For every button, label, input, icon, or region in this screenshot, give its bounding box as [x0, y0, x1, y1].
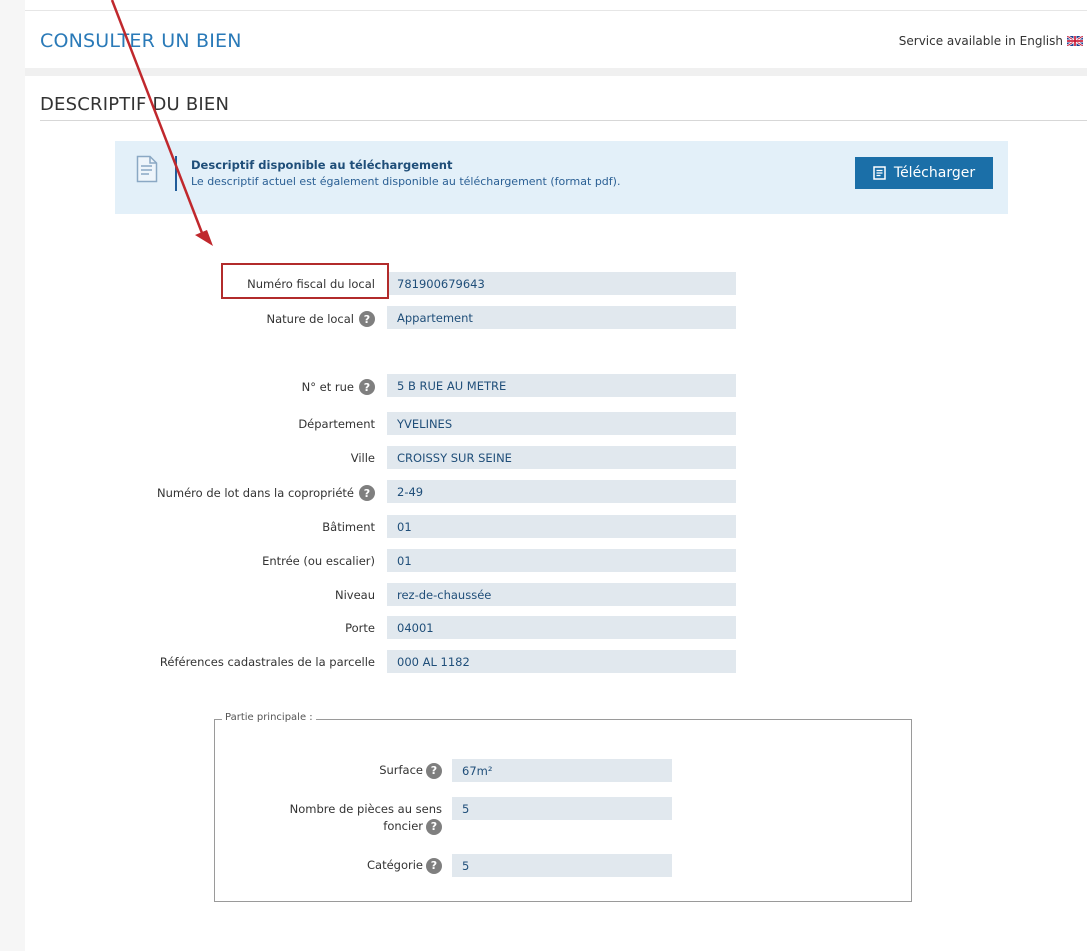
help-icon[interactable]: ? — [359, 379, 375, 395]
field-value: Appartement — [387, 306, 736, 329]
field-label: Entrée (ou escalier) — [262, 554, 375, 568]
download-button-label: Télécharger — [893, 165, 976, 181]
download-title: Descriptif disponible au téléchargement — [191, 158, 453, 172]
field-label: Bâtiment — [322, 520, 375, 534]
download-document-icon — [873, 166, 886, 180]
section-title: DESCRIPTIF DU BIEN — [40, 94, 230, 115]
field-value: 000 AL 1182 — [387, 650, 736, 673]
field-value: 781900679643 — [387, 272, 736, 295]
field-label: Numéro fiscal du local — [247, 277, 375, 291]
field-departement: Département YVELINES — [0, 412, 1087, 436]
field-label: Ville — [350, 451, 375, 465]
field-numero-fiscal: Numéro fiscal du local 781900679643 — [0, 272, 1087, 296]
pieces-value: 5 — [452, 797, 672, 820]
field-value: 01 — [387, 549, 736, 572]
help-icon[interactable]: ? — [426, 762, 442, 779]
uk-flag-icon — [1067, 36, 1083, 46]
field-value: 2-49 — [387, 480, 736, 503]
field-value: rez-de-chaussée — [387, 583, 736, 606]
top-strip — [25, 0, 1087, 10]
field-label: Numéro de lot dans la copropriété? — [157, 485, 375, 501]
surface-value: 67m² — [452, 759, 672, 782]
page-title: CONSULTER UN BIEN — [40, 30, 242, 52]
field-ville: Ville CROISSY SUR SEINE — [0, 446, 1087, 470]
field-niveau: Niveau rez-de-chaussée — [0, 583, 1087, 607]
field-label: Niveau — [334, 588, 375, 602]
section-divider — [40, 120, 1087, 121]
field-value: YVELINES — [387, 412, 736, 435]
download-button[interactable]: Télécharger — [855, 157, 993, 189]
help-icon[interactable]: ? — [426, 857, 442, 874]
field-numero-lot: Numéro de lot dans la copropriété? 2-49 — [0, 480, 1087, 504]
help-icon[interactable]: ? — [359, 311, 375, 327]
field-numero-rue: N° et rue? 5 B RUE AU METRE — [0, 374, 1087, 398]
field-batiment: Bâtiment 01 — [0, 515, 1087, 539]
field-value: 04001 — [387, 616, 736, 639]
pieces-label: Nombre de pièces au sens foncier? — [289, 802, 442, 835]
english-service-link[interactable]: Service available in English — [899, 34, 1083, 48]
document-icon — [136, 155, 158, 183]
field-nature-local: Nature de local? Appartement — [0, 306, 1087, 330]
surface-label: Surface? — [379, 762, 442, 779]
header-separator — [25, 68, 1087, 76]
field-value: 5 B RUE AU METRE — [387, 374, 736, 397]
left-margin-strip — [0, 0, 25, 951]
info-divider — [175, 156, 177, 191]
field-entree: Entrée (ou escalier) 01 — [0, 549, 1087, 573]
field-label: N° et rue? — [302, 379, 375, 395]
field-label: Références cadastrales de la parcelle — [159, 655, 375, 669]
field-value: CROISSY SUR SEINE — [387, 446, 736, 469]
help-icon[interactable]: ? — [426, 818, 442, 835]
field-label: Porte — [345, 621, 375, 635]
english-link-label: Service available in English — [898, 34, 1063, 48]
fieldset-legend: Partie principale : — [222, 712, 316, 723]
field-references-cadastrales: Références cadastrales de la parcelle 00… — [0, 650, 1087, 674]
help-icon[interactable]: ? — [359, 485, 375, 501]
categorie-label: Catégorie? — [367, 857, 442, 874]
field-porte: Porte 04001 — [0, 616, 1087, 640]
field-label: Nature de local? — [267, 311, 375, 327]
categorie-value: 5 — [452, 854, 672, 877]
field-value: 01 — [387, 515, 736, 538]
field-label: Département — [298, 417, 375, 431]
download-description: Le descriptif actuel est également dispo… — [191, 175, 621, 188]
